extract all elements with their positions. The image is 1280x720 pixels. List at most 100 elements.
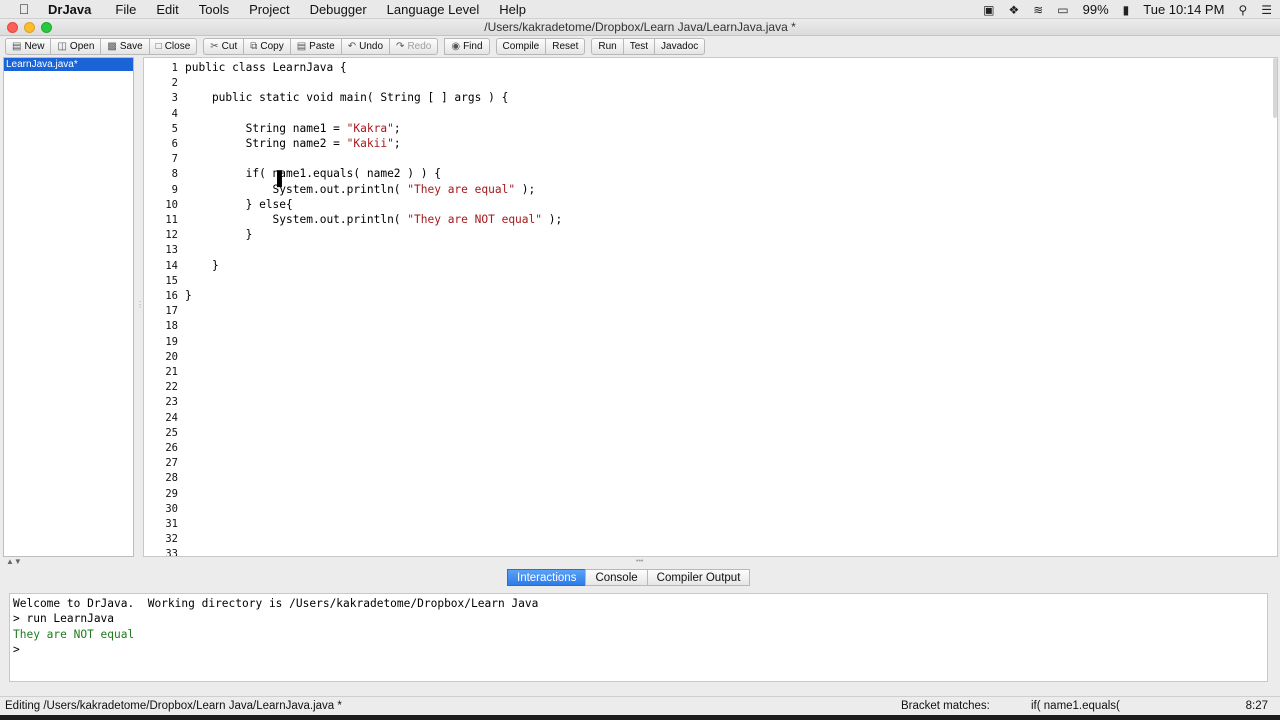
battery-icon[interactable]: ▮ [1123, 3, 1130, 17]
battery-percent: 99% [1082, 2, 1109, 17]
file-item-learnjava[interactable]: LearnJava.java* [4, 58, 133, 71]
menu-tools[interactable]: Tools [199, 2, 241, 17]
copy-button-label: Copy [260, 40, 284, 52]
collapse-arrows-icon[interactable]: ▲▼ [6, 557, 22, 566]
code-line[interactable]: 26 [144, 440, 1277, 455]
apple-icon[interactable]:  [0, 1, 48, 17]
undo-button[interactable]: ↶ Undo [340, 37, 391, 55]
editor-scrollbar[interactable] [1273, 58, 1277, 118]
code-line[interactable]: 20 [144, 349, 1277, 364]
clock[interactable]: Tue 10:14 PM [1143, 2, 1224, 17]
menu-help[interactable]: Help [499, 2, 538, 17]
code-line[interactable]: 23 [144, 394, 1277, 409]
tab-console[interactable]: Console [585, 569, 648, 586]
code-line[interactable]: 14 } [144, 258, 1277, 273]
spotlight-search-icon[interactable]: ⚲ [1238, 3, 1247, 17]
menu-file[interactable]: File [115, 2, 148, 17]
code-line[interactable]: 16} [144, 288, 1277, 303]
copy-button[interactable]: ⧉ Copy [243, 37, 291, 55]
edit-button-group: ✂ Cut ⧉ Copy ▤ Paste ↶ Undo ↷ Redo [203, 37, 439, 55]
code-line[interactable]: 17 [144, 303, 1277, 318]
code-line[interactable]: 3 public static void main( String [ ] ar… [144, 90, 1277, 105]
menu-language-level[interactable]: Language Level [387, 2, 492, 17]
code-text: System.out.println( "They are equal" ); [185, 182, 536, 196]
find-button[interactable]: ◉ Find [444, 37, 490, 55]
code-line[interactable]: 32 [144, 531, 1277, 546]
code-line[interactable]: 7 [144, 151, 1277, 166]
code-line[interactable]: 19 [144, 334, 1277, 349]
test-button[interactable]: Test [622, 37, 656, 55]
dropbox-icon[interactable]: ❖ [1008, 3, 1019, 17]
cut-button[interactable]: ✂ Cut [203, 37, 245, 55]
menu-edit[interactable]: Edit [156, 2, 190, 17]
code-line[interactable]: 21 [144, 364, 1277, 379]
screen-record-icon[interactable]: ▣ [983, 3, 994, 17]
close-button-label: Close [164, 40, 191, 52]
line-number: 20 [165, 350, 178, 363]
code-line[interactable]: 22 [144, 379, 1277, 394]
console-output: They are NOT equal [13, 627, 135, 641]
javadoc-button[interactable]: Javadoc [654, 37, 706, 55]
open-button[interactable]: ◫ Open [50, 37, 102, 55]
test-button-label: Test [629, 40, 649, 52]
menu-app-drjava[interactable]: DrJava [48, 2, 103, 17]
code-line[interactable]: 5 String name1 = "Kakra"; [144, 121, 1277, 136]
menu-project[interactable]: Project [249, 2, 301, 17]
string-literal: "They are NOT equal" [407, 213, 542, 226]
code-line[interactable]: 18 [144, 318, 1277, 333]
code-line[interactable]: 1 public class LearnJava { [144, 60, 1277, 75]
code-line[interactable]: 13 [144, 242, 1277, 257]
close-button[interactable]: □ Close [148, 37, 198, 55]
code-line[interactable]: 10 } else{ [144, 197, 1277, 212]
line-number: 6 [171, 138, 178, 150]
code-line[interactable]: 27 [144, 455, 1277, 470]
new-button[interactable]: ▤ New [5, 37, 52, 55]
code-line[interactable]: 6 String name2 = "Kakii"; [144, 136, 1277, 151]
compile-button-label: Compile [502, 40, 540, 52]
code-line[interactable]: 24 [144, 410, 1277, 425]
undo-icon: ↶ [347, 40, 357, 52]
code-line[interactable]: 9 System.out.println( "They are equal" )… [144, 182, 1277, 197]
code-text: } else{ [185, 197, 293, 211]
code-line[interactable]: 31 [144, 516, 1277, 531]
horizontal-split-bar[interactable]: ▲▼ ••• [0, 557, 1280, 567]
code-line[interactable]: 4 [144, 106, 1277, 121]
line-number: 25 [165, 426, 178, 439]
code-text: } [185, 258, 219, 272]
code-line[interactable]: 15 [144, 273, 1277, 288]
save-button[interactable]: ▩ Save [100, 37, 150, 55]
notification-center-icon[interactable]: ☰ [1261, 3, 1272, 17]
menu-debugger[interactable]: Debugger [310, 2, 379, 17]
code-text: String name2 = "Kakii"; [185, 137, 401, 150]
tab-interactions[interactable]: Interactions [507, 569, 587, 586]
menu-bar:  DrJava File Edit Tools Project Debugge… [0, 0, 1280, 19]
paste-button[interactable]: ▤ Paste [289, 37, 342, 55]
code-line[interactable]: 12 } [144, 227, 1277, 242]
tab-compiler-output[interactable]: Compiler Output [646, 569, 751, 586]
reset-button-label: Reset [552, 40, 579, 52]
interactions-pane[interactable]: Welcome to DrJava. Working directory is … [9, 593, 1268, 682]
code-line[interactable]: 25 [144, 425, 1277, 440]
wifi-icon[interactable]: ≋ [1033, 3, 1043, 17]
minimize-window-button[interactable] [24, 22, 35, 33]
code-line[interactable]: 2 [144, 75, 1277, 90]
code-line[interactable]: 30 [144, 501, 1277, 516]
code-editor[interactable]: 1 public class LearnJava {2 3 public stati… [143, 57, 1278, 557]
zoom-window-button[interactable] [41, 22, 52, 33]
code-line[interactable]: 33 [144, 546, 1277, 556]
console-prompt[interactable]: > [13, 642, 1264, 657]
status-bracket-label: Bracket matches: [901, 700, 990, 712]
split-grip-icon[interactable]: ••• [636, 558, 643, 565]
code-line[interactable]: 11 System.out.println( "They are NOT equ… [144, 212, 1277, 227]
redo-button[interactable]: ↷ Redo [389, 37, 439, 55]
run-button-label: Run [598, 40, 617, 52]
run-button[interactable]: Run [591, 37, 624, 55]
code-line[interactable]: 8 if( name1.equals( name2 ) ) { [144, 166, 1277, 181]
close-window-button[interactable] [7, 22, 18, 33]
reset-button[interactable]: Reset [545, 37, 586, 55]
code-line[interactable]: 28 [144, 470, 1277, 485]
line-number: 26 [165, 442, 178, 454]
code-line[interactable]: 29 [144, 486, 1277, 501]
display-icon[interactable]: ▭ [1057, 3, 1068, 17]
compile-button[interactable]: Compile [495, 37, 547, 55]
